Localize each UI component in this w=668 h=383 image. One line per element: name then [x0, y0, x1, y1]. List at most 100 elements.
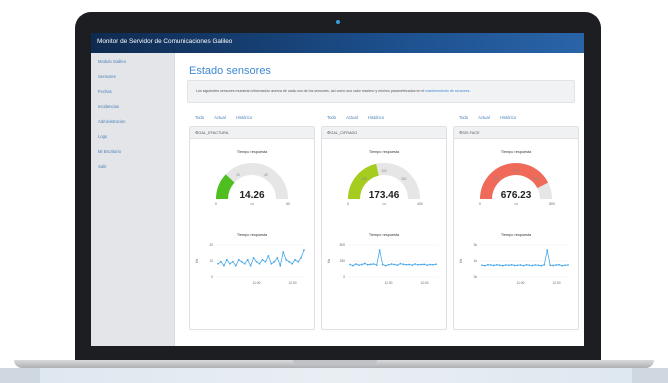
sidebar-item-mi-escritorio[interactable]: Mi Escritorio	[98, 149, 121, 154]
chart-point	[564, 264, 566, 267]
sidebar-item-logs[interactable]: Logs	[98, 134, 107, 139]
chart-point	[225, 258, 228, 261]
top-bar: Monitor de Servidor de Comunicaciones Ga…	[91, 33, 584, 53]
chart-point	[288, 260, 291, 263]
chart-point	[567, 264, 569, 266]
gauge-tick-label: 200	[381, 169, 387, 173]
chart-point	[543, 263, 546, 266]
gauge-fill	[216, 174, 235, 200]
chart-title: Tiempo respuesta	[501, 233, 532, 237]
sidebar-item-incidencias[interactable]: Incidencias	[98, 104, 119, 109]
chart-point	[519, 264, 522, 266]
chart-point	[237, 258, 240, 261]
tab-actual[interactable]: Actual	[346, 115, 358, 120]
chart-point	[487, 263, 489, 266]
chart-point	[261, 258, 264, 261]
chart-point	[531, 264, 534, 267]
chart-point	[228, 262, 231, 265]
app-title: Monitor de Servidor de Comunicaciones Ga…	[97, 38, 233, 45]
chart-ytick-label: 0	[211, 275, 213, 279]
chart-point	[501, 264, 504, 267]
sidebar-item-salir[interactable]: Salir	[98, 164, 106, 169]
tab-todo[interactable]: Todo	[327, 115, 336, 120]
tab-historico[interactable]: Histórico	[236, 115, 252, 120]
chart-xtick-label: 12:00	[421, 281, 429, 285]
chart-point	[396, 264, 399, 267]
chart-point	[369, 263, 372, 266]
chart-point	[217, 262, 219, 265]
chart-series-line	[349, 250, 437, 267]
chart-point	[426, 264, 429, 267]
chart-point	[561, 264, 563, 267]
chart-point	[303, 249, 305, 252]
chart-point	[267, 255, 270, 257]
chart-point	[352, 264, 354, 267]
gauge-value: 173.46	[369, 190, 400, 201]
chart-point	[552, 264, 555, 267]
card-tabs-2: Todo Actual Histórico	[327, 115, 394, 120]
chart-point	[492, 264, 495, 267]
gauge-min-label: 0	[479, 202, 481, 206]
chart-ytick-label: 10	[209, 259, 213, 263]
gauge-unit: ms	[382, 202, 387, 206]
gauge-unit: ms	[250, 202, 255, 206]
info-link[interactable]: mantenimiento de sensores.	[425, 89, 470, 93]
chart-point	[534, 264, 537, 266]
chart-title: Tiempo respuesta	[237, 233, 268, 237]
sensor-card: ⚙GAL_CIFRADO Tiempo respuesta 100 200 300 17…	[321, 126, 447, 330]
chart-point	[349, 263, 351, 266]
chart-point	[555, 264, 558, 266]
tab-historico[interactable]: Histórico	[368, 115, 384, 120]
chart-point	[489, 264, 492, 266]
tab-todo[interactable]: Todo	[195, 115, 204, 120]
chart-point	[378, 249, 381, 252]
info-box: Los siguientes sensores muestran informa…	[187, 80, 575, 103]
chart-point	[432, 263, 434, 266]
chart-point	[291, 262, 294, 265]
card-graphics: Tiempo respuesta 100 200 300 173.46ms 0 400 Tie…	[327, 150, 438, 285]
tab-todo[interactable]: Todo	[459, 115, 468, 120]
chart-point	[481, 264, 483, 267]
camera-icon	[336, 20, 340, 24]
tab-actual[interactable]: Actual	[478, 115, 490, 120]
chart-point	[366, 263, 369, 266]
sidebar-item-sensores[interactable]: Sensores	[98, 74, 116, 79]
chart-ytick-label: 500	[340, 243, 346, 247]
chart-point	[297, 260, 299, 263]
chart-point	[282, 251, 285, 253]
chart-point	[387, 263, 390, 266]
floor-shadow-left	[0, 368, 40, 383]
chart-point	[294, 258, 297, 261]
chart-point	[357, 264, 360, 267]
chart-xtick-label: 11:00	[517, 281, 525, 285]
chart-point	[549, 264, 552, 267]
chart-xtick-label: 12:00	[289, 281, 297, 285]
sidebar-item-modulo-galileo[interactable]: Modulo Galileo	[98, 59, 126, 64]
gauge-tick-label: 600	[533, 177, 539, 181]
chart-point	[300, 256, 302, 259]
chart-xtick-label: 12:00	[553, 281, 561, 285]
info-text: Los siguientes sensores muestran informa…	[196, 89, 470, 93]
floor-shadow-right	[632, 368, 668, 383]
chart-point	[516, 264, 519, 267]
gauge-min-label: 0	[215, 202, 217, 206]
gauge-title: Tiempo respuesta	[501, 150, 532, 154]
sidebar-item-administracion[interactable]: Administracion	[98, 119, 125, 124]
sidebar-item-fechas[interactable]: Fechas	[98, 89, 112, 94]
tab-actual[interactable]: Actual	[214, 115, 226, 120]
chart-point	[484, 264, 486, 267]
chart-point	[264, 260, 267, 263]
chart-point	[408, 263, 411, 266]
chart-point	[234, 264, 237, 267]
chart-point	[355, 263, 357, 265]
chart-point	[381, 263, 384, 266]
chart-point	[528, 264, 531, 267]
chart-point	[414, 263, 417, 265]
gauge-tick-label: 200	[494, 177, 500, 181]
gauge-tick-label: 20	[236, 173, 240, 177]
gauge-tick-label: 40	[264, 173, 268, 177]
chart-xtick-label: 11:00	[385, 281, 393, 285]
chart-point	[249, 264, 252, 267]
tab-historico[interactable]: Histórico	[500, 115, 516, 120]
chart-xtick-label: 11:00	[253, 281, 261, 285]
